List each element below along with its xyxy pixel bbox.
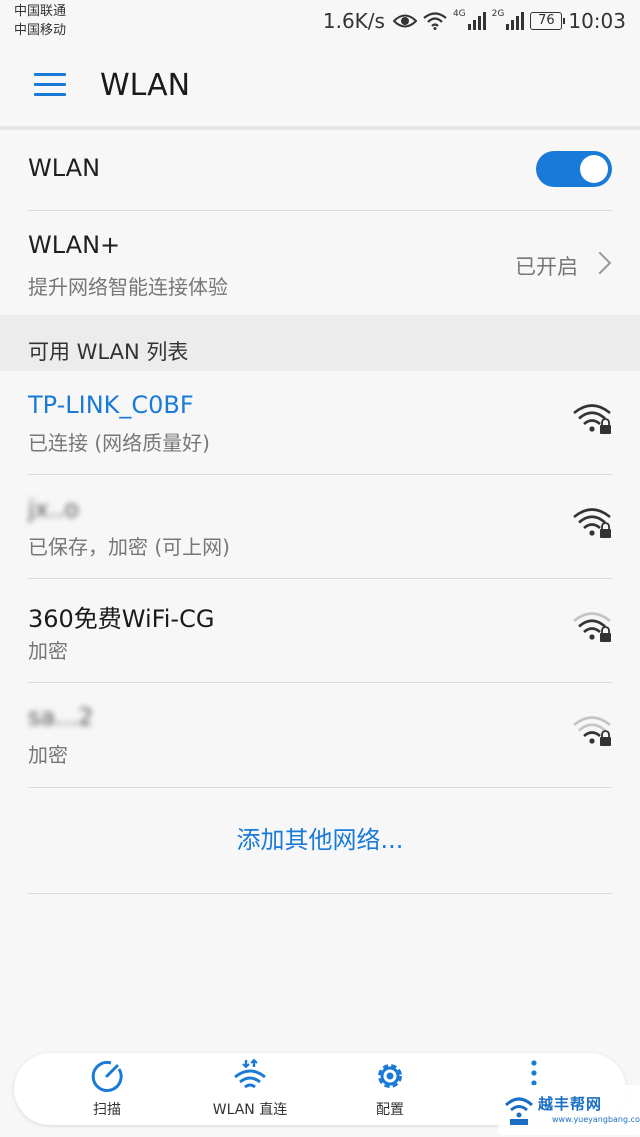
- toggle-knob: [580, 155, 608, 183]
- network-item[interactable]: sa...2 加密: [28, 683, 612, 787]
- network-name: sa...2: [28, 703, 94, 731]
- watermark-url: www.yueyangbang.com: [552, 1115, 640, 1124]
- network-name: 360免费WiFi-CG: [28, 605, 215, 633]
- nav-label: 配置: [376, 1102, 404, 1118]
- chevron-right-icon: [588, 251, 612, 275]
- wifi-lock-strong-icon: [573, 508, 611, 538]
- wifi-lock-strong-icon: [573, 404, 611, 434]
- signal-4g-icon: [467, 12, 486, 30]
- battery-icon: 76: [530, 12, 566, 30]
- wifi-lock-medium-icon: [573, 612, 611, 642]
- hamburger-menu-icon[interactable]: [34, 73, 66, 97]
- refresh-icon: [91, 1060, 123, 1092]
- wlan-toggle-row[interactable]: WLAN: [28, 130, 612, 210]
- network-status: 已连接 (网络质量好): [28, 431, 210, 455]
- wlan-plus-title: WLAN+: [28, 231, 121, 259]
- clock: 10:03: [568, 9, 626, 33]
- carrier-1-label: 中国联通: [14, 4, 67, 19]
- available-networks-header: 可用 WLAN 列表: [0, 315, 640, 371]
- status-bar: 中国联通 中国移动 1.6K/s 4G 2G 76 10:03: [0, 0, 640, 44]
- nav-scan[interactable]: 扫描: [57, 1053, 157, 1125]
- nav-label: WLAN 直连: [212, 1102, 288, 1118]
- network-item[interactable]: TP-LINK_C0BF 已连接 (网络质量好): [28, 371, 612, 475]
- watermark: 越丰帮网 www.yueyangbang.com: [498, 1085, 640, 1135]
- carrier-2-label: 中国移动: [14, 23, 67, 38]
- network-status: 加密: [28, 743, 68, 767]
- wlan-plus-subtitle: 提升网络智能连接体验: [28, 275, 228, 299]
- divider: [28, 787, 612, 788]
- page-title: WLAN: [100, 68, 191, 103]
- network-name: jx..o: [28, 495, 79, 523]
- nav-config[interactable]: 配置: [340, 1053, 440, 1125]
- wlan-toggle-switch[interactable]: [536, 151, 612, 187]
- network-status: 已保存，加密 (可上网): [28, 535, 230, 559]
- watermark-text: 越丰帮网: [538, 1095, 603, 1113]
- network-name: TP-LINK_C0BF: [28, 391, 194, 419]
- wifi-direct-icon: [234, 1058, 266, 1089]
- network-item[interactable]: jx..o 已保存，加密 (可上网): [28, 475, 612, 579]
- net-tag-4g: 4G: [452, 8, 466, 19]
- wlan-plus-status: 已开启: [515, 255, 578, 279]
- nav-wifi-direct[interactable]: WLAN 直连: [200, 1053, 300, 1125]
- network-speed: 1.6K/s: [322, 9, 385, 33]
- nav-label: 扫描: [93, 1102, 121, 1118]
- section-header-label: 可用 WLAN 列表: [28, 340, 189, 364]
- eye-icon: [392, 14, 417, 28]
- wlan-toggle-label: WLAN: [28, 154, 101, 182]
- net-tag-2g: 2G: [491, 8, 505, 19]
- wlan-plus-row[interactable]: WLAN+ 提升网络智能连接体验 已开启: [28, 211, 612, 315]
- gear-icon: [378, 1064, 402, 1088]
- signal-2g-icon: [506, 12, 525, 30]
- watermark-logo-icon: [504, 1097, 534, 1125]
- divider: [28, 893, 612, 894]
- network-status: 加密: [28, 639, 68, 663]
- wifi-lock-weak-icon: [573, 716, 611, 746]
- app-bar: WLAN: [0, 44, 640, 130]
- add-other-network-link[interactable]: 添加其他网络...: [0, 820, 640, 855]
- wifi-status-icon: [423, 12, 447, 30]
- status-indicators: 1.6K/s 4G 2G 76 10:03: [323, 8, 626, 34]
- network-item[interactable]: 360免费WiFi-CG 加密: [28, 579, 612, 683]
